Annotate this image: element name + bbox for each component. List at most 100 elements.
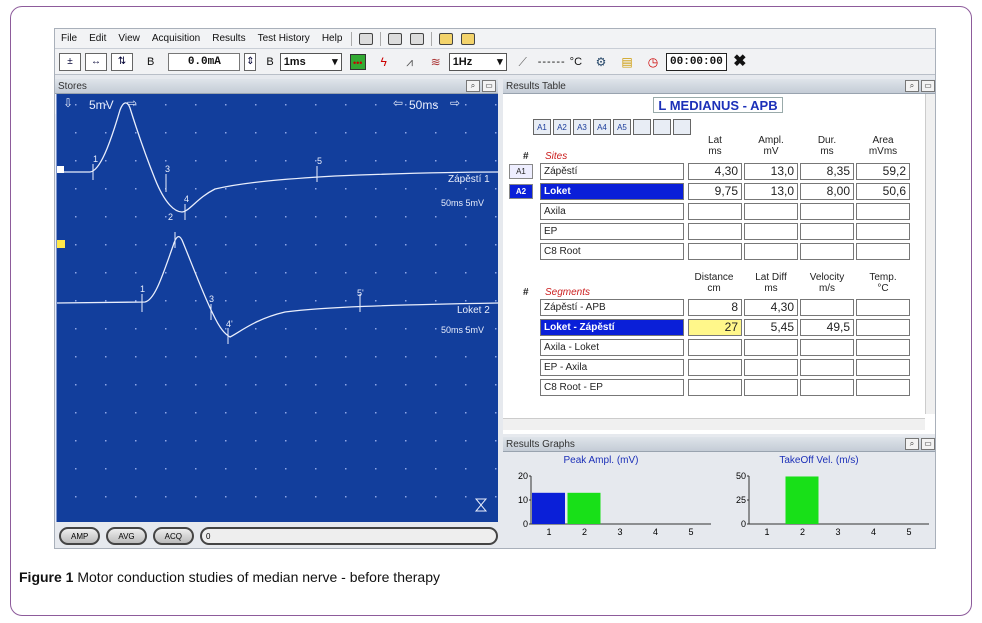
site-dur-cell[interactable] xyxy=(800,243,854,260)
segment-velocity-cell[interactable] xyxy=(800,359,854,376)
site-dur-cell[interactable] xyxy=(800,203,854,220)
site-ampl-cell[interactable] xyxy=(744,223,798,240)
site-lat-cell[interactable]: 4,30 xyxy=(688,163,742,180)
site-area-cell[interactable]: 50,6 xyxy=(856,183,910,200)
tab-empty[interactable] xyxy=(653,119,671,135)
horizontal-scrollbar[interactable] xyxy=(503,418,925,430)
note-icon[interactable]: ▤ xyxy=(619,54,635,70)
segment-distance-cell[interactable] xyxy=(688,379,742,396)
current-stepper[interactable]: ⇕ xyxy=(244,52,257,71)
segment-distance-cell[interactable]: 8 xyxy=(688,299,742,316)
tab-empty[interactable] xyxy=(633,119,651,135)
segment-name-cell[interactable]: C8 Root - EP xyxy=(540,379,684,396)
site-name-cell[interactable]: Loket xyxy=(540,183,684,200)
segment-name-cell[interactable]: Zápěstí - APB xyxy=(540,299,684,316)
menu-acquisition[interactable]: Acquisition xyxy=(146,33,206,44)
site-ampl-cell[interactable] xyxy=(744,203,798,220)
segment-velocity-cell[interactable] xyxy=(800,379,854,396)
close-icon[interactable]: ✖ xyxy=(732,53,748,70)
site-lat-cell[interactable] xyxy=(688,223,742,240)
sweep-right-icon[interactable]: ⇨ xyxy=(450,96,460,110)
amp-button[interactable]: AMP xyxy=(59,527,101,545)
site-area-cell[interactable] xyxy=(856,223,910,240)
site-lat-cell[interactable] xyxy=(688,203,742,220)
segment-velocity-cell[interactable] xyxy=(800,299,854,316)
site-ampl-cell[interactable]: 13,0 xyxy=(744,163,798,180)
site-name-cell[interactable]: Axila xyxy=(540,203,684,220)
segment-distance-cell[interactable]: 27 xyxy=(688,319,742,336)
site-area-cell[interactable] xyxy=(856,243,910,260)
trace-scrollbar[interactable]: 0 xyxy=(200,527,498,545)
tab-a4[interactable]: A4 xyxy=(593,119,611,135)
menu-help[interactable]: Help xyxy=(316,33,349,44)
gain-arrow-icon[interactable]: ⇩ xyxy=(63,96,73,110)
site-name-cell[interactable]: Zápěstí xyxy=(540,163,684,180)
zoom-icon[interactable]: ⌕ xyxy=(466,80,480,92)
settings-icon[interactable]: ⚙ xyxy=(593,54,609,70)
gain-label[interactable]: 5mV xyxy=(89,98,114,112)
site-lat-cell[interactable]: 9,75 xyxy=(688,183,742,200)
site-name-cell[interactable]: EP xyxy=(540,223,684,240)
segment-latdiff-cell[interactable] xyxy=(744,359,798,376)
print-icon[interactable] xyxy=(359,32,374,45)
menu-file[interactable]: File xyxy=(55,33,83,44)
menu-test-history[interactable]: Test History xyxy=(252,33,316,44)
nerve-title[interactable]: L MEDIANUS - APB xyxy=(653,97,783,113)
zoom-icon[interactable]: ⌕ xyxy=(905,438,919,450)
segment-latdiff-cell[interactable]: 4,30 xyxy=(744,299,798,316)
tab-a2[interactable]: A2 xyxy=(553,119,571,135)
save-folder-icon[interactable] xyxy=(461,32,476,45)
restore-icon[interactable]: ▭ xyxy=(921,80,935,92)
camera-icon[interactable] xyxy=(388,32,403,45)
stimulate-icon[interactable]: ϟ xyxy=(376,54,392,70)
gain-arrow-right-icon[interactable]: ⇨ xyxy=(127,96,137,110)
menu-results[interactable]: Results xyxy=(206,33,251,44)
site-name-cell[interactable]: C8 Root xyxy=(540,243,684,260)
trace1-baseline-marker[interactable] xyxy=(57,166,64,173)
restore-icon[interactable]: ▭ xyxy=(482,80,496,92)
segment-temp-cell[interactable] xyxy=(856,339,910,356)
segment-latdiff-cell[interactable] xyxy=(744,339,798,356)
open-folder-icon[interactable] xyxy=(439,32,454,45)
site-row-tag[interactable]: A1 xyxy=(509,164,533,179)
zoom-icon[interactable]: ⌕ xyxy=(905,80,919,92)
site-ampl-cell[interactable]: 13,0 xyxy=(744,183,798,200)
tab-a5[interactable]: A5 xyxy=(613,119,631,135)
timer-icon[interactable]: ◷ xyxy=(645,54,661,70)
tab-a3[interactable]: A3 xyxy=(573,119,591,135)
segment-temp-cell[interactable] xyxy=(856,319,910,336)
vertical-scrollbar[interactable] xyxy=(925,94,935,414)
site-area-cell[interactable]: 59,2 xyxy=(856,163,910,180)
stimulus-train-icon[interactable]: ••• xyxy=(349,53,366,70)
acq-button[interactable]: ACQ xyxy=(152,527,194,545)
site-dur-cell[interactable]: 8,00 xyxy=(800,183,854,200)
current-field[interactable]: 0.0mA xyxy=(168,52,241,71)
menu-edit[interactable]: Edit xyxy=(83,33,112,44)
record-icon[interactable] xyxy=(410,32,425,45)
trace2-baseline-marker[interactable] xyxy=(57,240,65,248)
restore-icon[interactable]: ▭ xyxy=(921,438,935,450)
segment-temp-cell[interactable] xyxy=(856,379,910,396)
avg-button[interactable]: AVG xyxy=(106,527,147,545)
horizontal-range-icon[interactable]: ↔ xyxy=(85,52,107,71)
segment-temp-cell[interactable] xyxy=(856,299,910,316)
segment-temp-cell[interactable] xyxy=(856,359,910,376)
cursor-icon[interactable]: ⇅ xyxy=(111,52,133,71)
tab-empty[interactable] xyxy=(673,119,691,135)
segment-velocity-cell[interactable] xyxy=(800,339,854,356)
site-row-tag[interactable]: A2 xyxy=(509,184,533,199)
site-lat-cell[interactable] xyxy=(688,243,742,260)
segment-distance-cell[interactable] xyxy=(688,339,742,356)
segment-latdiff-cell[interactable]: 5,45 xyxy=(744,319,798,336)
sweep-left-icon[interactable]: ⇦ xyxy=(393,96,403,110)
polarity-icon[interactable]: ± xyxy=(59,52,81,71)
sweep-label[interactable]: 50ms xyxy=(409,98,438,112)
site-dur-cell[interactable] xyxy=(800,223,854,240)
waveform-display[interactable]: ⇩ 5mV ⇨ ⇦ 50ms ⇨ Zápěstí 1 50ms 5mV Loke… xyxy=(55,94,498,522)
frequency-select[interactable]: 1Hz ▾ xyxy=(448,52,507,71)
waveform-icon[interactable]: ⩘ xyxy=(402,54,418,70)
segment-latdiff-cell[interactable] xyxy=(744,379,798,396)
site-ampl-cell[interactable] xyxy=(744,243,798,260)
repetitive-icon[interactable]: ≋ xyxy=(428,54,444,70)
duration-select[interactable]: 1ms ▾ xyxy=(279,52,342,71)
